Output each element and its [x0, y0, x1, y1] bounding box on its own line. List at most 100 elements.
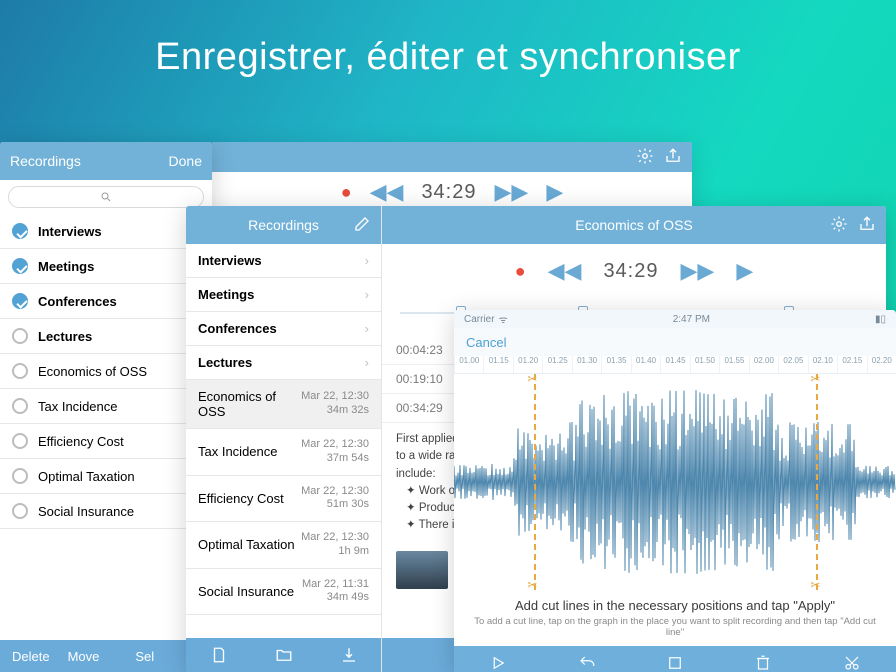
- recording-label: Economics of OSS: [198, 389, 301, 419]
- recording-row[interactable]: Social InsuranceMar 22, 11:3134m 49s: [186, 569, 381, 616]
- checkbox-icon[interactable]: [12, 328, 28, 344]
- recording-row[interactable]: Efficiency CostMar 22, 12:3051m 30s: [186, 476, 381, 523]
- chevron-right-icon: ›: [365, 321, 369, 336]
- share-icon[interactable]: [664, 147, 682, 168]
- recording-title: Economics of OSS: [575, 217, 693, 233]
- ruler-tick: 02.05: [778, 356, 807, 373]
- ruler-tick: 01.15: [483, 356, 512, 373]
- category-row[interactable]: Conferences: [0, 284, 212, 319]
- forward-button[interactable]: ▶▶: [681, 258, 715, 284]
- search-input[interactable]: [8, 186, 204, 208]
- category-label: Economics of OSS: [38, 364, 200, 379]
- waveform-canvas[interactable]: [454, 374, 896, 590]
- recording-row[interactable]: Tax IncidenceMar 22, 12:3037m 54s: [186, 429, 381, 476]
- category-label: Efficiency Cost: [38, 434, 200, 449]
- hint-subtitle: To add a cut line, tap on the graph in t…: [468, 616, 882, 638]
- left-toolbar: [186, 638, 381, 672]
- gear-icon[interactable]: [636, 147, 654, 168]
- recording-label: Social Insurance: [198, 584, 302, 599]
- recording-row[interactable]: Economics of OSSMar 22, 12:3034m 32s: [186, 380, 381, 429]
- bookmark-timestamp: 00:34:29: [396, 401, 454, 415]
- ruler-tick: 01.50: [690, 356, 719, 373]
- recording-label: Optimal Taxation: [198, 537, 301, 552]
- category-row[interactable]: Optimal Taxation: [0, 459, 212, 494]
- checkbox-icon[interactable]: [12, 398, 28, 414]
- play-button[interactable]: ▶: [736, 258, 753, 284]
- ruler-tick: 01.00: [454, 356, 483, 373]
- new-folder-icon[interactable]: [275, 646, 293, 664]
- folder-row[interactable]: Interviews›: [186, 244, 381, 278]
- checkbox-icon[interactable]: [12, 503, 28, 519]
- edit-icon[interactable]: [353, 215, 371, 236]
- category-row[interactable]: Economics of OSS: [0, 354, 212, 389]
- bookmark-timestamp: 00:04:23: [396, 343, 454, 357]
- play-icon[interactable]: [489, 654, 507, 672]
- undo-icon[interactable]: [578, 654, 596, 672]
- ruler-tick: 01.45: [660, 356, 689, 373]
- ruler-tick: 02.00: [749, 356, 778, 373]
- category-row[interactable]: Efficiency Cost: [0, 424, 212, 459]
- cancel-button[interactable]: Cancel: [466, 335, 506, 350]
- editor-toolbar: [454, 646, 896, 672]
- left-panel-title: Recordings: [248, 217, 319, 233]
- gear-icon[interactable]: [830, 215, 848, 236]
- category-label: Conferences: [38, 294, 200, 309]
- folder-row[interactable]: Conferences ›: [186, 312, 381, 346]
- status-clock: 2:47 PM: [673, 314, 710, 325]
- delete-icon[interactable]: [754, 654, 772, 672]
- checkbox-icon[interactable]: [12, 258, 28, 274]
- hint-title: Add cut lines in the necessary positions…: [468, 598, 882, 613]
- playback-time: 34:29: [421, 181, 476, 204]
- category-row[interactable]: Interviews: [0, 214, 212, 249]
- delete-button[interactable]: Delete: [12, 649, 50, 664]
- import-icon[interactable]: [340, 646, 358, 664]
- folder-row[interactable]: Meetings›: [186, 278, 381, 312]
- move-button[interactable]: Move: [68, 649, 100, 664]
- folder-label: Conferences: [198, 321, 359, 336]
- category-row[interactable]: Social Insurance: [0, 494, 212, 529]
- ruler-tick: 02.15: [837, 356, 866, 373]
- ruler-tick: 02.10: [808, 356, 837, 373]
- checkbox-icon[interactable]: [12, 223, 28, 239]
- ruler-tick: 01.25: [542, 356, 571, 373]
- nav-back-recordings[interactable]: Recordings: [10, 153, 81, 169]
- folder-row[interactable]: Lectures›: [186, 346, 381, 380]
- checkbox-icon[interactable]: [12, 433, 28, 449]
- folder-label: Interviews: [198, 253, 359, 268]
- chevron-right-icon: ›: [365, 355, 369, 370]
- recording-meta: Mar 22, 12:3051m 30s: [301, 485, 369, 513]
- checkbox-icon[interactable]: [12, 468, 28, 484]
- category-list: Interviews Meetings Conferences Lectures Eco…: [0, 214, 212, 529]
- select-button[interactable]: Sel: [135, 649, 154, 664]
- category-row[interactable]: Tax Incidence: [0, 389, 212, 424]
- recording-meta: Mar 22, 12:3037m 54s: [301, 438, 369, 466]
- play-button[interactable]: ▶: [546, 179, 563, 205]
- category-label: Optimal Taxation: [38, 469, 200, 484]
- screen1-player-panel: ● ◀◀ 34:29 ▶▶ ▶: [212, 142, 692, 212]
- new-file-icon[interactable]: [210, 646, 228, 664]
- microphone-icon[interactable]: ●: [515, 261, 526, 282]
- category-label: Social Insurance: [38, 504, 200, 519]
- cut-add-icon[interactable]: [843, 654, 861, 672]
- recording-label: Tax Incidence: [198, 444, 301, 459]
- category-row[interactable]: Meetings: [0, 249, 212, 284]
- forward-button[interactable]: ▶▶: [495, 179, 529, 205]
- cut-line[interactable]: [534, 374, 536, 590]
- microphone-icon[interactable]: ●: [341, 182, 352, 203]
- rewind-button[interactable]: ◀◀: [370, 179, 404, 205]
- category-label: Interviews: [38, 224, 200, 239]
- crop-icon[interactable]: [666, 654, 684, 672]
- recording-row[interactable]: Optimal TaxationMar 22, 12:301h 9m: [186, 522, 381, 569]
- screen-recordings-edit: Recordings Done Interviews Meetings Confer…: [0, 142, 212, 672]
- ruler-tick: 01.55: [719, 356, 748, 373]
- rewind-button[interactable]: ◀◀: [548, 258, 582, 284]
- category-row[interactable]: Lectures: [0, 319, 212, 354]
- cut-line[interactable]: [816, 374, 818, 590]
- status-carrier: Carrier: [464, 314, 495, 325]
- nav-done-button[interactable]: Done: [169, 153, 202, 169]
- share-icon[interactable]: [858, 215, 876, 236]
- checkbox-icon[interactable]: [12, 293, 28, 309]
- playback-time: 34:29: [603, 260, 658, 283]
- category-label: Meetings: [38, 259, 200, 274]
- checkbox-icon[interactable]: [12, 363, 28, 379]
